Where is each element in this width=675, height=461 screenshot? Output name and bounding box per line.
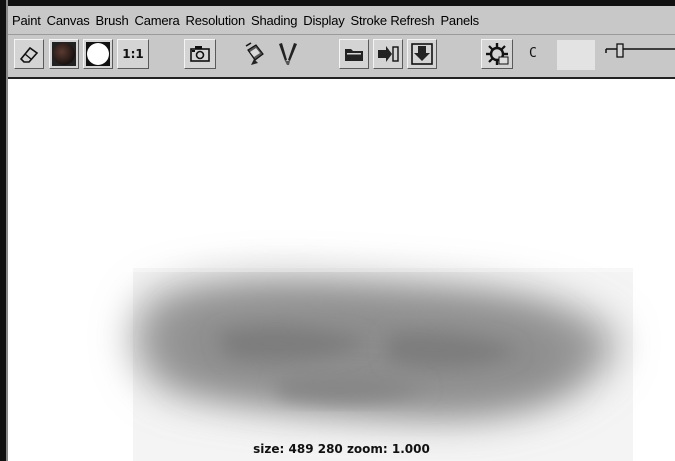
menu-stroke-refresh[interactable]: Stroke Refresh xyxy=(348,13,438,28)
canvas-status-readout: size: 489 280 zoom: 1.000 xyxy=(253,442,430,456)
channel-label: C xyxy=(529,46,537,61)
gear-icon xyxy=(486,43,509,65)
get-brush-button[interactable] xyxy=(240,39,270,69)
menu-bar: Paint Canvas Brush Camera Resolution Sha… xyxy=(8,6,675,35)
eraser-icon xyxy=(19,46,39,63)
menu-paint[interactable]: Paint xyxy=(8,13,44,28)
canvas-artwork xyxy=(8,79,675,461)
menu-resolution[interactable]: Resolution xyxy=(183,13,248,28)
menu-canvas[interactable]: Canvas xyxy=(44,13,93,28)
menu-display[interactable]: Display xyxy=(300,13,347,28)
menu-brush[interactable]: Brush xyxy=(93,13,132,28)
shaded-sphere-button[interactable] xyxy=(49,39,79,69)
import-image-button[interactable] xyxy=(373,39,403,69)
template-brush-button[interactable] xyxy=(273,39,303,69)
white-circle-icon xyxy=(86,42,110,66)
snapshot-button[interactable] xyxy=(184,39,216,69)
scale-one-to-one-button[interactable]: 1:1 xyxy=(117,39,149,69)
camera-icon xyxy=(190,46,210,62)
toolbar: 1:1 C xyxy=(8,35,675,79)
color-swatch[interactable] xyxy=(557,40,595,70)
clear-canvas-button[interactable] xyxy=(14,39,44,69)
import-icon xyxy=(378,46,399,62)
paint-canvas[interactable]: size: 489 280 zoom: 1.000 xyxy=(8,79,675,461)
scale-label: 1:1 xyxy=(122,47,144,61)
menu-shading[interactable]: Shading xyxy=(248,13,300,28)
paint-effects-window: Paint Canvas Brush Camera Resolution Sha… xyxy=(0,0,675,461)
white-background-button[interactable] xyxy=(83,39,113,69)
save-down-arrow-icon xyxy=(411,43,433,65)
save-image-button[interactable] xyxy=(407,39,437,69)
slider-track xyxy=(605,43,675,58)
folder-icon xyxy=(345,49,363,61)
paint-bucket-icon xyxy=(245,42,264,65)
settings-button[interactable] xyxy=(481,39,513,69)
value-slider[interactable] xyxy=(604,39,675,69)
menu-camera[interactable]: Camera xyxy=(132,13,183,28)
open-image-button[interactable] xyxy=(339,39,369,69)
menu-panels[interactable]: Panels xyxy=(437,13,482,28)
dark-sphere-icon xyxy=(52,42,76,66)
brushes-icon xyxy=(279,43,297,65)
